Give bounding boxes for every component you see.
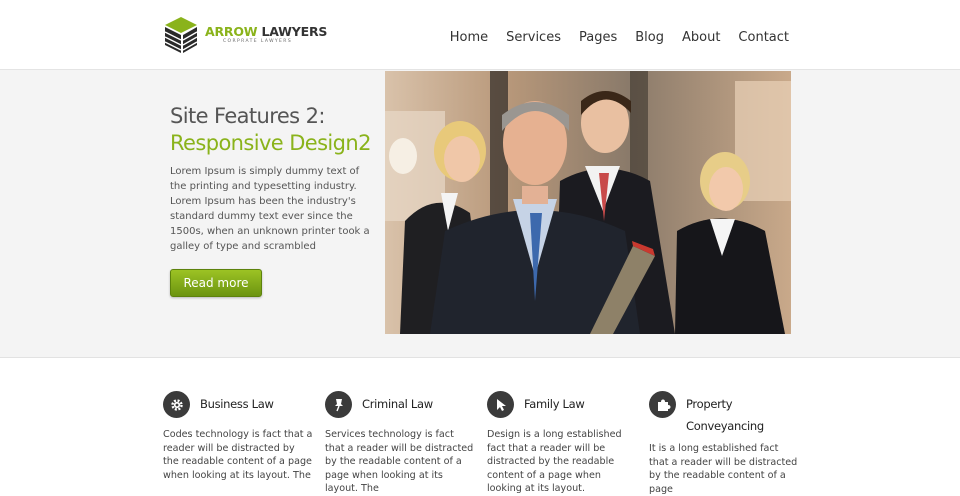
nav-contact[interactable]: Contact	[738, 30, 789, 45]
nav-home[interactable]: Home	[450, 30, 488, 45]
nav-pages[interactable]: Pages	[579, 30, 617, 45]
gear-icon	[163, 391, 190, 418]
puzzle-icon	[649, 391, 676, 418]
logo-text: ARROW LAWYERS CORPRATE LAWYERS	[205, 25, 327, 45]
cursor-icon	[487, 391, 514, 418]
service-title[interactable]: Family Law	[524, 397, 585, 411]
logo-title: ARROW LAWYERS	[205, 25, 327, 39]
site-logo[interactable]: ARROW LAWYERS CORPRATE LAWYERS	[163, 14, 327, 56]
service-text: Design is a long established fact that a…	[487, 429, 622, 494]
hero-description: Lorem Ipsum is simply dummy text of the …	[170, 166, 370, 252]
hero-title-line1: Site Features 2:	[170, 104, 325, 128]
logo-icon	[164, 17, 198, 53]
hero-slider: Site Features 2: Responsive Design2 Lore…	[0, 70, 960, 358]
service-title[interactable]: Criminal Law	[362, 397, 433, 411]
hero-title-line2: Responsive Design2	[170, 131, 371, 155]
logo-tagline: CORPRATE LAWYERS	[223, 39, 293, 44]
service-title[interactable]: Property Conveyancing	[686, 393, 786, 437]
service-title[interactable]: Business Law	[200, 397, 274, 411]
read-more-button[interactable]: Read more	[170, 269, 262, 297]
logo-name-dark: LAWYERS	[257, 24, 328, 39]
pushpin-icon	[325, 391, 352, 418]
service-text: Services technology is fact that a reade…	[325, 429, 474, 494]
service-text: It is a long established fact that a rea…	[649, 443, 798, 495]
service-text: Codes technology is fact that a reader w…	[163, 429, 313, 481]
nav-about[interactable]: About	[682, 30, 720, 45]
logo-name-green: ARROW	[205, 24, 258, 39]
site-header: ARROW LAWYERS CORPRATE LAWYERS Home Serv…	[0, 0, 960, 70]
nav-services[interactable]: Services	[506, 30, 561, 45]
nav-blog[interactable]: Blog	[635, 30, 664, 45]
main-nav: Home Services Pages Blog About Contact	[450, 30, 789, 45]
hero-team-photo	[385, 71, 791, 334]
